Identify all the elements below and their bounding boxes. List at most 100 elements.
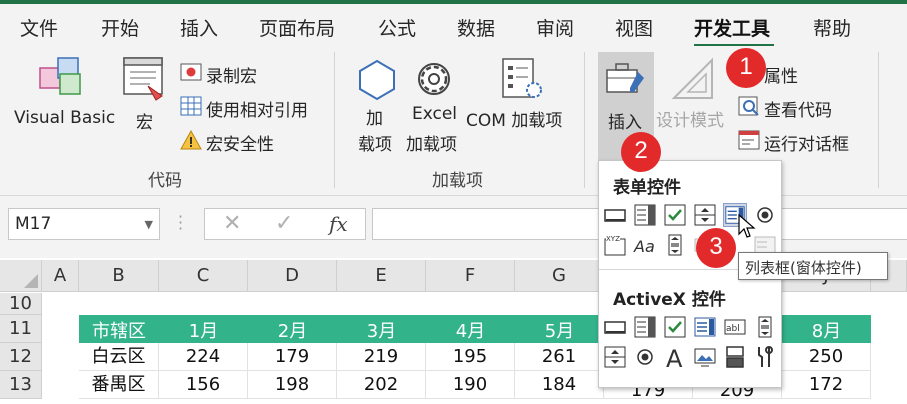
step-badge-3: 3: [696, 228, 736, 268]
activex-image-icon[interactable]: [693, 345, 717, 369]
tab-file[interactable]: 文件: [20, 14, 58, 41]
table-cell[interactable]: 261: [515, 343, 604, 371]
table-cell[interactable]: 白云区: [79, 343, 159, 371]
scroll-bar-control-icon[interactable]: [663, 233, 687, 257]
group-box-control-icon[interactable]: XYZ: [603, 233, 627, 257]
table-header-cell[interactable]: 5月: [515, 317, 604, 343]
option-button-control-icon[interactable]: [753, 203, 777, 227]
relative-reference-label: 使用相对引用: [206, 101, 308, 121]
cubes-icon: [39, 57, 81, 95]
activex-command-button-icon[interactable]: [603, 315, 627, 339]
com-addins-icon: [502, 58, 542, 98]
label-control-icon[interactable]: Aa: [633, 233, 657, 257]
table-header-cell[interactable]: 3月: [337, 317, 426, 343]
activex-label-icon[interactable]: A: [663, 345, 687, 369]
button-control-icon[interactable]: [603, 203, 627, 227]
record-macro-icon: [180, 63, 202, 81]
excel-addins-label-line1: Excel: [412, 104, 458, 124]
tab-developer[interactable]: 开发工具: [694, 14, 770, 41]
tab-home[interactable]: 开始: [101, 14, 139, 41]
toolbox-icon: [606, 63, 644, 93]
ribbon-tabs: 文件 开始 插入 页面布局 公式 数据 审阅 视图 开发工具 帮助: [0, 4, 907, 47]
svg-text:abl: abl: [726, 324, 740, 334]
table-cell[interactable]: 179: [248, 343, 337, 371]
activex-toggle-button-icon[interactable]: [723, 345, 747, 369]
row-header[interactable]: 11: [0, 315, 42, 343]
select-all-corner[interactable]: [0, 260, 42, 292]
table-cell[interactable]: 219: [337, 343, 426, 371]
step-badge-2: 2: [621, 132, 661, 172]
run-dialog-icon: [738, 130, 760, 150]
tab-view[interactable]: 视图: [615, 14, 653, 41]
checkbox-control-icon[interactable]: [663, 203, 687, 227]
record-macro-label: 录制宏: [206, 67, 257, 87]
cancel-icon[interactable]: ✕: [223, 211, 241, 236]
group-separator: [878, 52, 879, 188]
table-cell[interactable]: 番禺区: [79, 371, 159, 399]
com-addins-label: COM 加载项: [466, 111, 563, 131]
table-header-cell[interactable]: 市辖区: [79, 317, 159, 343]
table-cell[interactable]: 224: [159, 343, 248, 371]
table-header-cell[interactable]: 1月: [159, 317, 248, 343]
activex-combo-box-icon[interactable]: [633, 315, 657, 339]
hexagon-icon: [359, 59, 395, 101]
activex-checkbox-icon[interactable]: [663, 315, 687, 339]
tab-page-layout[interactable]: 页面布局: [259, 14, 335, 41]
name-box-value: M17: [15, 214, 52, 234]
group-separator: [584, 52, 585, 188]
form-controls-title: 表单控件: [613, 178, 681, 198]
activex-scroll-bar-icon[interactable]: [753, 315, 777, 339]
row-header[interactable]: 13: [0, 371, 42, 399]
table-cell[interactable]: 184: [515, 371, 604, 399]
column-header[interactable]: E: [337, 260, 426, 292]
activex-option-button-icon[interactable]: [633, 345, 657, 369]
activex-spin-button-icon[interactable]: [603, 345, 627, 369]
macros-label: 宏: [136, 113, 153, 133]
more-options-icon[interactable]: · · ·: [178, 209, 183, 237]
gear-icon: [418, 63, 450, 95]
activex-controls-title: ActiveX 控件: [613, 290, 726, 310]
activex-list-box-icon[interactable]: [693, 315, 717, 339]
macros-icon: [123, 57, 163, 101]
svg-text:Aa: Aa: [633, 237, 655, 256]
excel-addins-label-line2: 加载项: [406, 135, 457, 155]
step-badge-1: 1: [726, 48, 766, 88]
design-mode-label: 设计模式: [656, 111, 724, 131]
column-header[interactable]: F: [426, 260, 515, 292]
table-cell[interactable]: 190: [426, 371, 515, 399]
column-header[interactable]: C: [159, 260, 248, 292]
corner-triangle-icon: [24, 274, 38, 288]
table-header-cell[interactable]: 4月: [426, 317, 515, 343]
column-header[interactable]: B: [79, 260, 159, 292]
tab-insert[interactable]: 插入: [180, 14, 218, 41]
column-header[interactable]: D: [248, 260, 337, 292]
row-header[interactable]: 10: [0, 293, 42, 315]
spin-button-control-icon[interactable]: [693, 203, 717, 227]
table-header-cell[interactable]: 2月: [248, 317, 337, 343]
name-box[interactable]: M17 ▼: [8, 208, 160, 240]
table-cell[interactable]: 202: [337, 371, 426, 399]
tab-data[interactable]: 数据: [457, 14, 495, 41]
dropdown-arrow-icon[interactable]: ▼: [145, 218, 153, 231]
tab-help[interactable]: 帮助: [813, 14, 851, 41]
row-header[interactable]: 12: [0, 343, 42, 371]
formula-buttons: ✕ ✓ fx: [204, 208, 366, 240]
table-cell[interactable]: 172: [782, 371, 871, 399]
table-cell[interactable]: 195: [426, 343, 515, 371]
tab-review[interactable]: 审阅: [536, 14, 574, 41]
group-separator: [334, 52, 335, 188]
table-cell[interactable]: 156: [159, 371, 248, 399]
column-header[interactable]: A: [42, 260, 79, 292]
enter-icon[interactable]: ✓: [275, 211, 293, 236]
activex-text-box-icon[interactable]: abl: [723, 315, 747, 339]
tab-formulas[interactable]: 公式: [378, 14, 416, 41]
combo-box-control-icon[interactable]: [633, 203, 657, 227]
warning-icon: [180, 130, 202, 150]
mouse-cursor-icon: [738, 214, 756, 238]
table-cell[interactable]: 250: [782, 343, 871, 371]
insert-function-icon[interactable]: fx: [329, 212, 348, 236]
more-controls-tools-icon[interactable]: [753, 345, 777, 369]
column-header[interactable]: G: [515, 260, 604, 292]
table-cell[interactable]: 198: [248, 371, 337, 399]
table-header-cell[interactable]: 8月: [782, 317, 871, 343]
